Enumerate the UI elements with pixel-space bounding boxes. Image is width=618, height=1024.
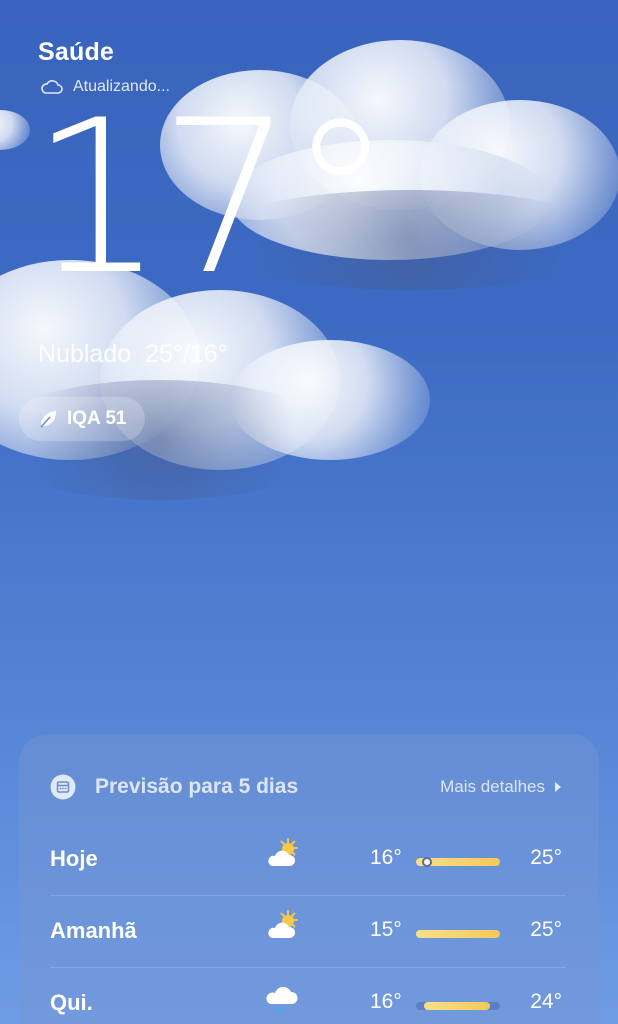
current-condition: Nublado 25°/16° — [38, 340, 228, 369]
city-name[interactable]: Saúde — [38, 38, 114, 67]
calendar-icon — [50, 774, 76, 800]
forecast-low: 15° — [370, 918, 402, 941]
temperature-bar-fill — [424, 1002, 490, 1010]
temperature-bar — [416, 857, 500, 867]
current-temp-marker — [422, 857, 432, 867]
forecast-day: Qui. — [50, 990, 93, 1015]
forecast-row[interactable]: Amanhã 15° 25° — [50, 896, 566, 968]
forecast-high: 25° — [530, 846, 562, 869]
forecast-high: 25° — [530, 918, 562, 941]
partly-cloudy-icon — [268, 838, 298, 866]
forecast-row[interactable]: Hoje 16° 25° — [50, 824, 566, 896]
forecast-card: Previsão para 5 dias Mais detalhes Hoje … — [19, 734, 599, 1024]
aqi-label: IQA 51 — [67, 408, 127, 429]
current-temperature: 17° — [30, 74, 394, 321]
forecast-low: 16° — [370, 990, 402, 1013]
forecast-day: Hoje — [50, 846, 98, 871]
temperature-bar — [416, 930, 500, 938]
more-details-link[interactable]: Mais detalhes — [440, 777, 561, 797]
partly-cloudy-icon — [268, 910, 298, 938]
forecast-header: Previsão para 5 dias Mais detalhes — [19, 772, 599, 802]
temperature-bar-fill — [416, 930, 500, 938]
condition-label: Nublado — [38, 340, 132, 368]
forecast-title: Previsão para 5 dias — [95, 775, 299, 798]
temperature-bar — [416, 1002, 500, 1010]
rain-cloud-icon — [266, 986, 298, 1014]
forecast-high: 24° — [530, 990, 562, 1013]
forecast-row[interactable]: Qui. 16° 24° — [50, 968, 566, 1024]
aqi-badge[interactable]: IQA 51 — [19, 397, 145, 441]
leaf-icon — [40, 411, 56, 428]
more-details-label: Mais detalhes — [440, 777, 545, 796]
chevron-right-icon — [555, 782, 561, 792]
forecast-low: 16° — [370, 846, 402, 869]
forecast-day: Amanhã — [50, 918, 137, 943]
temperature-range: 25°/16° — [145, 340, 228, 368]
